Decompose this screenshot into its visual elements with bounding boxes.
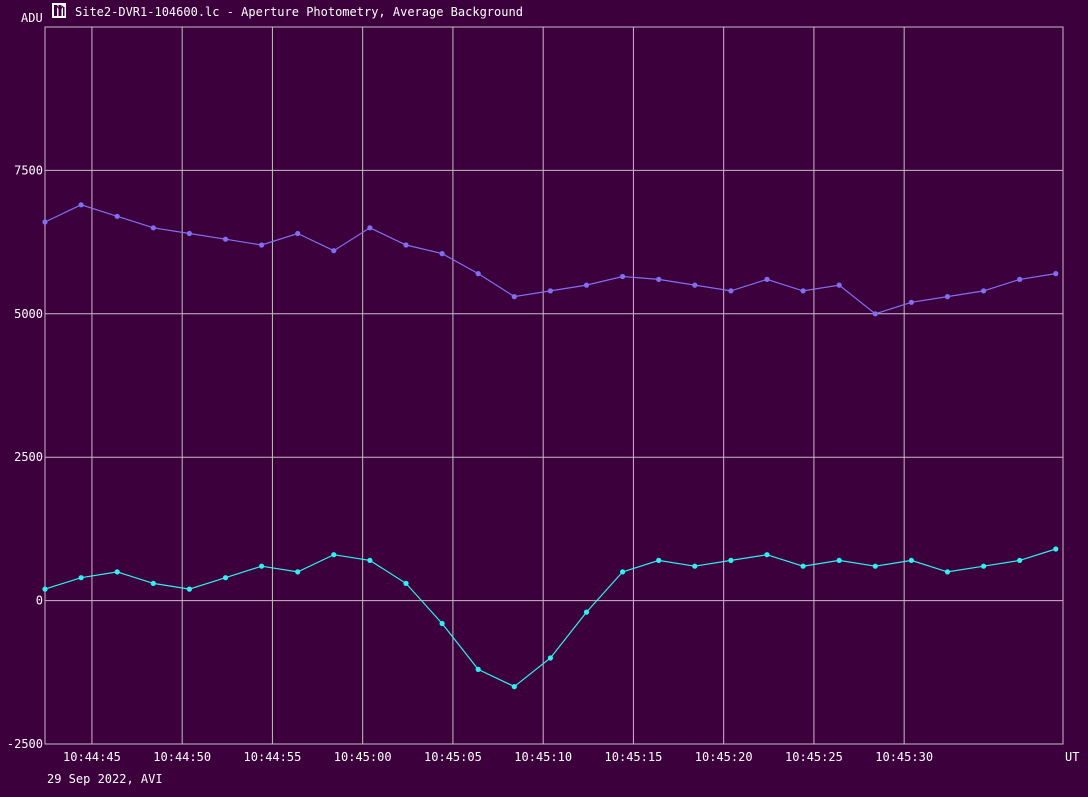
x-tick-label: 10:44:45	[63, 750, 121, 764]
series-target-point	[692, 282, 698, 288]
x-tick-label: 10:45:15	[605, 750, 663, 764]
series-target	[42, 202, 1059, 317]
y-axis-ticks: -2500 0 2500 5000 7500	[7, 163, 43, 751]
series-background-point	[222, 575, 229, 581]
series-background-point	[295, 569, 301, 575]
series-target-point	[186, 230, 192, 237]
x-tick-label: 10:45:00	[334, 750, 392, 764]
series-background-point	[692, 563, 698, 569]
series-target-point	[78, 202, 84, 208]
series-target-point	[764, 276, 770, 282]
y-tick-label: 0	[36, 594, 43, 608]
series-target-point	[872, 311, 878, 317]
series-target-point	[222, 236, 229, 242]
series-target-point	[367, 225, 373, 231]
x-axis-label: UT	[1065, 750, 1079, 764]
x-axis-ticks: 10:44:45 10:44:50 10:44:55 10:45:00 10:45:05…	[63, 750, 933, 764]
x-tick-label: 10:45:20	[695, 750, 753, 764]
x-tick-label: 10:45:25	[785, 750, 843, 764]
plot-frame	[44, 26, 1064, 745]
series-background-point	[981, 563, 987, 569]
series-target-point	[836, 282, 842, 288]
series-background-point	[728, 557, 734, 564]
series-target-point	[620, 273, 626, 280]
y-axis-label: ADU	[21, 11, 43, 25]
series-target-point	[800, 288, 806, 294]
series-target-point	[259, 242, 265, 248]
series-background-point	[908, 557, 915, 564]
series-background-point	[259, 563, 265, 569]
series-background-point	[475, 666, 481, 673]
series-target-point	[331, 248, 337, 254]
x-tick-label: 10:45:10	[514, 750, 572, 764]
series-target-point	[583, 282, 590, 288]
series-background-point	[439, 620, 445, 627]
grid	[44, 26, 1064, 745]
series-target-point	[908, 299, 915, 305]
series-background-point	[1017, 557, 1023, 564]
series-background-point	[511, 684, 517, 690]
series-background-point	[836, 557, 842, 564]
x-tick-label: 10:45:30	[875, 750, 933, 764]
series-target-point	[944, 294, 951, 300]
lightcurve-window: Site2-DVR1-104600.lc - Aperture Photomet…	[0, 0, 1088, 797]
series-target-point	[114, 213, 120, 219]
x-tick-label: 10:44:50	[153, 750, 211, 764]
series-background-point	[367, 557, 373, 564]
series-target-point	[1017, 276, 1023, 282]
series-background-point	[331, 552, 337, 558]
series-target-point	[656, 276, 662, 282]
series-background-point	[872, 563, 878, 569]
title-bar: Site2-DVR1-104600.lc - Aperture Photomet…	[52, 3, 523, 19]
series-target-point	[42, 219, 48, 225]
series-target-point	[511, 294, 517, 300]
series-target-point	[150, 225, 156, 231]
series-area	[42, 202, 1059, 690]
footer-caption: 29 Sep 2022, AVI	[47, 772, 163, 786]
y-tick-label: 7500	[14, 163, 43, 177]
y-tick-label: 2500	[14, 450, 43, 464]
series-target-point	[475, 271, 481, 277]
series-background-point	[150, 580, 156, 587]
x-tick-label: 10:44:55	[244, 750, 302, 764]
series-target-point	[295, 230, 301, 237]
series-background-point	[42, 586, 48, 592]
x-tick-label: 10:45:05	[424, 750, 482, 764]
series-background-point	[1053, 546, 1059, 552]
lightcurve-chart: Site2-DVR1-104600.lc - Aperture Photomet…	[7, 3, 1079, 786]
series-background-point	[944, 569, 951, 575]
series-background-point	[186, 586, 192, 592]
series-target-point	[1053, 271, 1059, 277]
series-background	[42, 546, 1059, 690]
series-background-point	[403, 580, 409, 587]
series-background-point	[764, 552, 770, 558]
series-background-point	[114, 569, 120, 575]
series-background-point	[583, 609, 590, 615]
series-target-point	[728, 288, 734, 294]
series-background-point	[656, 557, 662, 564]
series-background-point	[547, 655, 554, 661]
series-target-point	[547, 288, 554, 294]
series-background-point	[620, 569, 626, 575]
lightcurve-app-icon	[52, 3, 66, 18]
y-tick-label: -2500	[7, 737, 43, 751]
series-background-point	[800, 563, 806, 569]
series-background-point	[78, 575, 84, 581]
chart-title: Site2-DVR1-104600.lc - Aperture Photomet…	[75, 5, 523, 19]
series-target-point	[439, 251, 445, 257]
series-target-point	[403, 242, 409, 248]
y-tick-label: 5000	[14, 307, 43, 321]
series-target-point	[981, 288, 987, 294]
